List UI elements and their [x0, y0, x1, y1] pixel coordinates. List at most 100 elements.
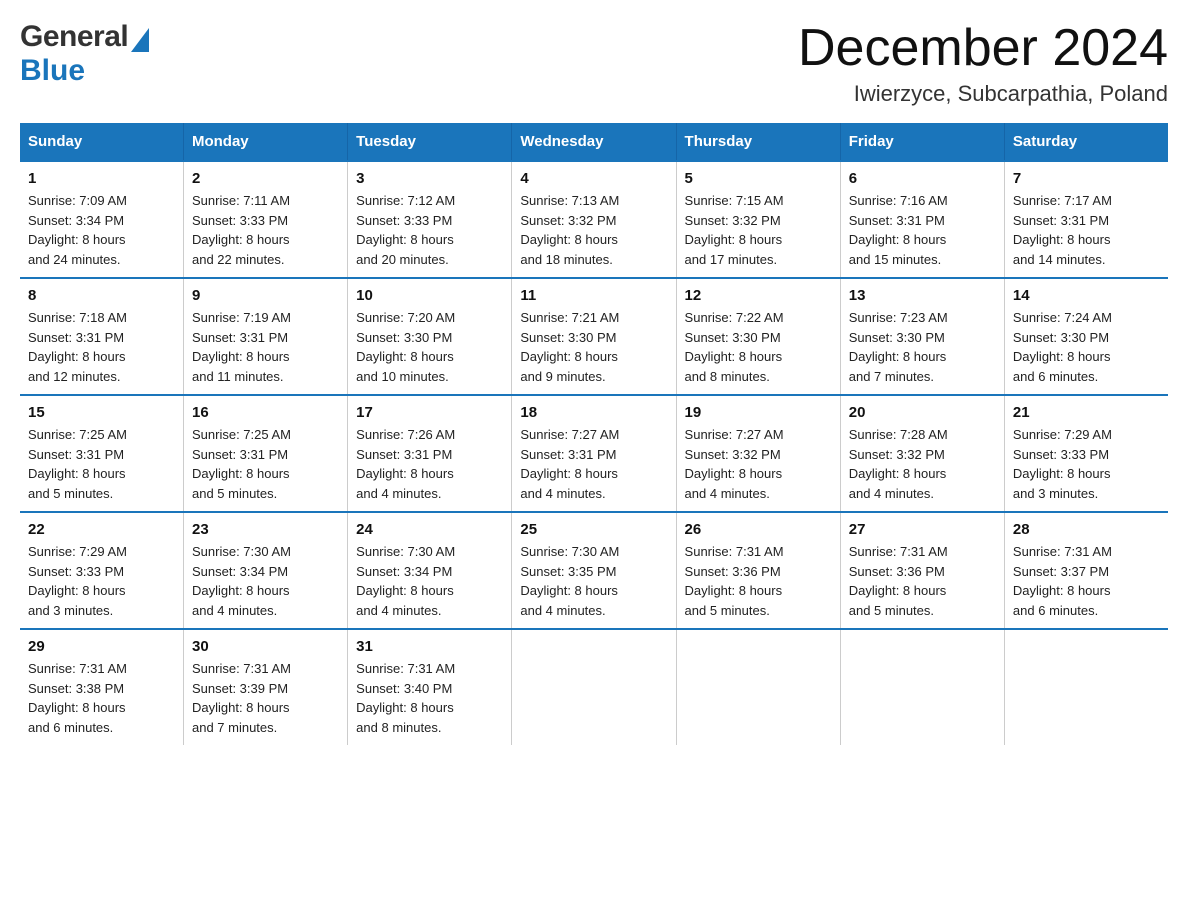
- calendar-cell: 11 Sunrise: 7:21 AMSunset: 3:30 PMDaylig…: [512, 278, 676, 395]
- calendar-cell: 4 Sunrise: 7:13 AMSunset: 3:32 PMDayligh…: [512, 161, 676, 278]
- day-number: 18: [520, 404, 667, 421]
- day-info: Sunrise: 7:30 AMSunset: 3:34 PMDaylight:…: [356, 544, 455, 618]
- day-number: 21: [1013, 404, 1160, 421]
- day-number: 8: [28, 287, 175, 304]
- day-number: 31: [356, 638, 503, 655]
- calendar-cell: 28 Sunrise: 7:31 AMSunset: 3:37 PMDaylig…: [1004, 512, 1168, 629]
- day-info: Sunrise: 7:22 AMSunset: 3:30 PMDaylight:…: [685, 310, 784, 384]
- logo-blue-text: Blue: [20, 54, 149, 88]
- calendar-cell: 30 Sunrise: 7:31 AMSunset: 3:39 PMDaylig…: [183, 629, 347, 745]
- day-info: Sunrise: 7:23 AMSunset: 3:30 PMDaylight:…: [849, 310, 948, 384]
- calendar-cell: 2 Sunrise: 7:11 AMSunset: 3:33 PMDayligh…: [183, 161, 347, 278]
- calendar-cell: 26 Sunrise: 7:31 AMSunset: 3:36 PMDaylig…: [676, 512, 840, 629]
- day-number: 6: [849, 170, 996, 187]
- calendar-cell: 18 Sunrise: 7:27 AMSunset: 3:31 PMDaylig…: [512, 395, 676, 512]
- day-info: Sunrise: 7:21 AMSunset: 3:30 PMDaylight:…: [520, 310, 619, 384]
- calendar-cell: 22 Sunrise: 7:29 AMSunset: 3:33 PMDaylig…: [20, 512, 183, 629]
- calendar-cell: 29 Sunrise: 7:31 AMSunset: 3:38 PMDaylig…: [20, 629, 183, 745]
- calendar-cell: 10 Sunrise: 7:20 AMSunset: 3:30 PMDaylig…: [348, 278, 512, 395]
- calendar-cell: [840, 629, 1004, 745]
- day-number: 19: [685, 404, 832, 421]
- calendar-cell: 19 Sunrise: 7:27 AMSunset: 3:32 PMDaylig…: [676, 395, 840, 512]
- calendar-cell: 3 Sunrise: 7:12 AMSunset: 3:33 PMDayligh…: [348, 161, 512, 278]
- day-info: Sunrise: 7:09 AMSunset: 3:34 PMDaylight:…: [28, 193, 127, 267]
- day-number: 1: [28, 170, 175, 187]
- day-info: Sunrise: 7:31 AMSunset: 3:36 PMDaylight:…: [849, 544, 948, 618]
- calendar-header-row: SundayMondayTuesdayWednesdayThursdayFrid…: [20, 123, 1168, 161]
- calendar-cell: 27 Sunrise: 7:31 AMSunset: 3:36 PMDaylig…: [840, 512, 1004, 629]
- day-number: 11: [520, 287, 667, 304]
- page-subtitle: Iwierzyce, Subcarpathia, Poland: [798, 81, 1168, 107]
- calendar-cell: 20 Sunrise: 7:28 AMSunset: 3:32 PMDaylig…: [840, 395, 1004, 512]
- calendar-cell: 9 Sunrise: 7:19 AMSunset: 3:31 PMDayligh…: [183, 278, 347, 395]
- calendar-cell: 25 Sunrise: 7:30 AMSunset: 3:35 PMDaylig…: [512, 512, 676, 629]
- day-info: Sunrise: 7:27 AMSunset: 3:31 PMDaylight:…: [520, 427, 619, 501]
- calendar-table: SundayMondayTuesdayWednesdayThursdayFrid…: [20, 123, 1168, 745]
- day-number: 23: [192, 521, 339, 538]
- day-number: 24: [356, 521, 503, 538]
- calendar-cell: [1004, 629, 1168, 745]
- calendar-cell: [676, 629, 840, 745]
- page-header: General Blue December 2024 Iwierzyce, Su…: [20, 20, 1168, 107]
- column-header-monday: Monday: [183, 123, 347, 161]
- day-number: 29: [28, 638, 175, 655]
- day-info: Sunrise: 7:25 AMSunset: 3:31 PMDaylight:…: [28, 427, 127, 501]
- day-info: Sunrise: 7:25 AMSunset: 3:31 PMDaylight:…: [192, 427, 291, 501]
- day-info: Sunrise: 7:17 AMSunset: 3:31 PMDaylight:…: [1013, 193, 1112, 267]
- day-info: Sunrise: 7:11 AMSunset: 3:33 PMDaylight:…: [192, 193, 290, 267]
- day-info: Sunrise: 7:31 AMSunset: 3:36 PMDaylight:…: [685, 544, 784, 618]
- calendar-cell: 24 Sunrise: 7:30 AMSunset: 3:34 PMDaylig…: [348, 512, 512, 629]
- day-number: 27: [849, 521, 996, 538]
- day-info: Sunrise: 7:13 AMSunset: 3:32 PMDaylight:…: [520, 193, 619, 267]
- day-info: Sunrise: 7:31 AMSunset: 3:37 PMDaylight:…: [1013, 544, 1112, 618]
- column-header-saturday: Saturday: [1004, 123, 1168, 161]
- day-info: Sunrise: 7:24 AMSunset: 3:30 PMDaylight:…: [1013, 310, 1112, 384]
- column-header-friday: Friday: [840, 123, 1004, 161]
- calendar-week-row: 22 Sunrise: 7:29 AMSunset: 3:33 PMDaylig…: [20, 512, 1168, 629]
- day-info: Sunrise: 7:12 AMSunset: 3:33 PMDaylight:…: [356, 193, 455, 267]
- day-info: Sunrise: 7:30 AMSunset: 3:34 PMDaylight:…: [192, 544, 291, 618]
- day-number: 7: [1013, 170, 1160, 187]
- title-section: December 2024 Iwierzyce, Subcarpathia, P…: [798, 20, 1168, 107]
- column-header-tuesday: Tuesday: [348, 123, 512, 161]
- day-info: Sunrise: 7:31 AMSunset: 3:38 PMDaylight:…: [28, 661, 127, 735]
- calendar-cell: 21 Sunrise: 7:29 AMSunset: 3:33 PMDaylig…: [1004, 395, 1168, 512]
- calendar-cell: 17 Sunrise: 7:26 AMSunset: 3:31 PMDaylig…: [348, 395, 512, 512]
- calendar-cell: 7 Sunrise: 7:17 AMSunset: 3:31 PMDayligh…: [1004, 161, 1168, 278]
- logo-arrow-icon: [131, 28, 149, 52]
- calendar-week-row: 8 Sunrise: 7:18 AMSunset: 3:31 PMDayligh…: [20, 278, 1168, 395]
- day-info: Sunrise: 7:29 AMSunset: 3:33 PMDaylight:…: [1013, 427, 1112, 501]
- day-info: Sunrise: 7:30 AMSunset: 3:35 PMDaylight:…: [520, 544, 619, 618]
- logo: General Blue: [20, 20, 149, 88]
- day-info: Sunrise: 7:18 AMSunset: 3:31 PMDaylight:…: [28, 310, 127, 384]
- day-number: 13: [849, 287, 996, 304]
- day-number: 26: [685, 521, 832, 538]
- column-header-wednesday: Wednesday: [512, 123, 676, 161]
- calendar-cell: 13 Sunrise: 7:23 AMSunset: 3:30 PMDaylig…: [840, 278, 1004, 395]
- calendar-cell: 12 Sunrise: 7:22 AMSunset: 3:30 PMDaylig…: [676, 278, 840, 395]
- column-header-sunday: Sunday: [20, 123, 183, 161]
- day-number: 3: [356, 170, 503, 187]
- day-info: Sunrise: 7:19 AMSunset: 3:31 PMDaylight:…: [192, 310, 291, 384]
- day-info: Sunrise: 7:31 AMSunset: 3:40 PMDaylight:…: [356, 661, 455, 735]
- day-number: 5: [685, 170, 832, 187]
- calendar-cell: [512, 629, 676, 745]
- day-number: 2: [192, 170, 339, 187]
- calendar-week-row: 15 Sunrise: 7:25 AMSunset: 3:31 PMDaylig…: [20, 395, 1168, 512]
- day-info: Sunrise: 7:31 AMSunset: 3:39 PMDaylight:…: [192, 661, 291, 735]
- calendar-cell: 15 Sunrise: 7:25 AMSunset: 3:31 PMDaylig…: [20, 395, 183, 512]
- calendar-cell: 5 Sunrise: 7:15 AMSunset: 3:32 PMDayligh…: [676, 161, 840, 278]
- day-number: 16: [192, 404, 339, 421]
- day-info: Sunrise: 7:29 AMSunset: 3:33 PMDaylight:…: [28, 544, 127, 618]
- day-number: 9: [192, 287, 339, 304]
- day-info: Sunrise: 7:20 AMSunset: 3:30 PMDaylight:…: [356, 310, 455, 384]
- calendar-cell: 1 Sunrise: 7:09 AMSunset: 3:34 PMDayligh…: [20, 161, 183, 278]
- calendar-week-row: 1 Sunrise: 7:09 AMSunset: 3:34 PMDayligh…: [20, 161, 1168, 278]
- calendar-cell: 6 Sunrise: 7:16 AMSunset: 3:31 PMDayligh…: [840, 161, 1004, 278]
- day-number: 25: [520, 521, 667, 538]
- day-number: 12: [685, 287, 832, 304]
- logo-general-text: General: [20, 20, 128, 54]
- day-number: 4: [520, 170, 667, 187]
- calendar-week-row: 29 Sunrise: 7:31 AMSunset: 3:38 PMDaylig…: [20, 629, 1168, 745]
- calendar-cell: 8 Sunrise: 7:18 AMSunset: 3:31 PMDayligh…: [20, 278, 183, 395]
